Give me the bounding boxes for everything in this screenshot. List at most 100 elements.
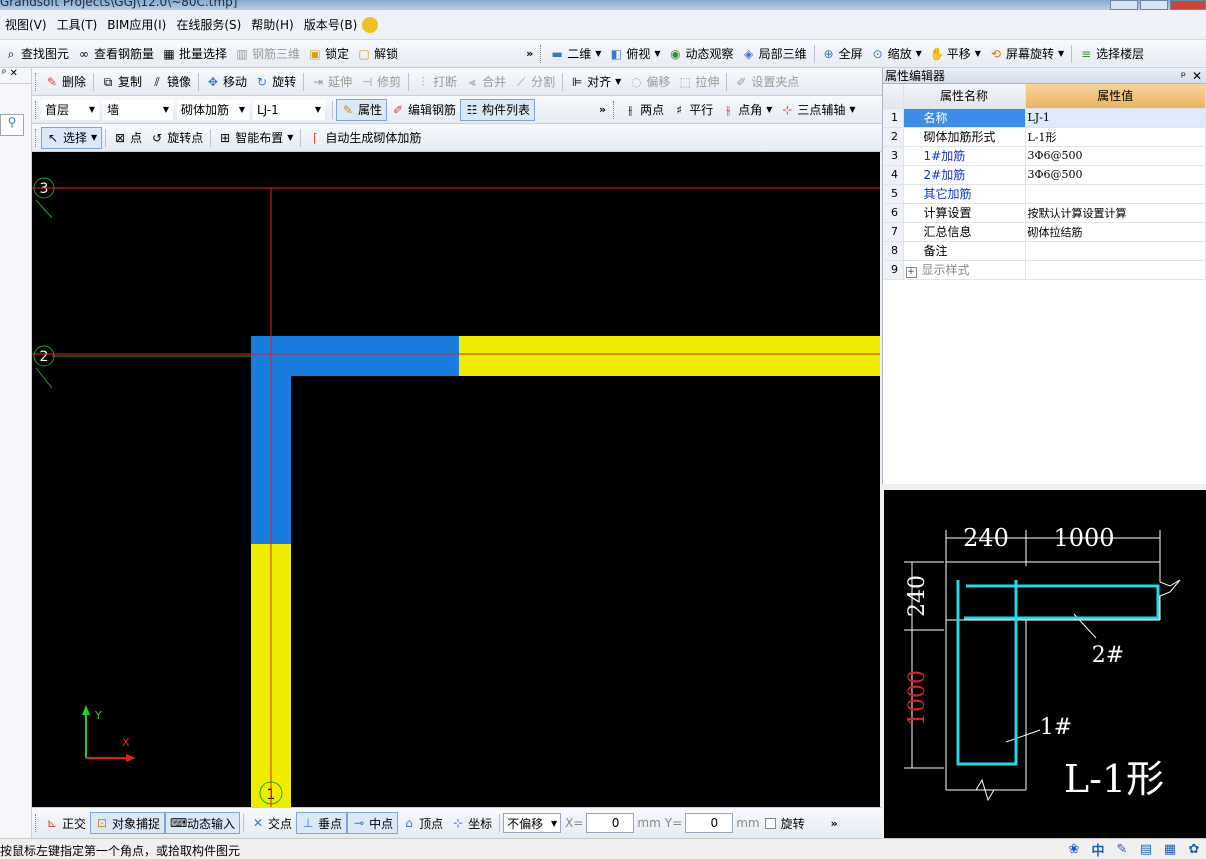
intersection-snap[interactable]: ✕ 交点: [247, 812, 296, 834]
parallel-button[interactable]: ♯ 平行: [668, 99, 717, 121]
property-value[interactable]: [1025, 184, 1206, 204]
property-row[interactable]: 2 砌体加筋形式 L-1形: [883, 127, 1206, 147]
offset-mode-select[interactable]: 不偏移 ▼: [503, 813, 562, 833]
property-button[interactable]: ✎ 属性: [336, 98, 388, 121]
close-button[interactable]: [1170, 0, 1206, 10]
split-button[interactable]: ⟋ 分割: [510, 71, 559, 93]
paw-icon[interactable]: ❀: [1062, 842, 1086, 857]
rotate-button[interactable]: ↻ 旋转: [251, 71, 300, 93]
dynamic-view-button[interactable]: ◉ 动态观察: [665, 43, 738, 65]
close-icon[interactable]: ✕: [9, 68, 17, 79]
search-icon[interactable]: ⚲: [0, 114, 24, 136]
property-value[interactable]: L-1形: [1025, 127, 1206, 147]
auto-generate-button[interactable]: ⌈ 自动生成砌体加筋: [304, 127, 425, 149]
component-list-button[interactable]: ☷ 构件列表: [460, 98, 536, 121]
two-points-button[interactable]: ⫲ 两点: [619, 99, 668, 121]
property-value[interactable]: [1025, 241, 1206, 261]
set-grip-button[interactable]: ✐ 设置夹点: [730, 71, 803, 93]
pin-icon[interactable]: ᵖ: [1181, 68, 1186, 84]
expand-icon[interactable]: +: [905, 267, 917, 278]
two-d-button[interactable]: ▬ 二维 ▼: [546, 43, 605, 65]
smart-layout-button[interactable]: ⊞ 智能布置 ▼: [214, 127, 297, 149]
component-type-select[interactable]: 砌体加筋 ▼: [177, 99, 249, 120]
document-icon[interactable]: ▦: [1158, 842, 1182, 857]
menu-version[interactable]: 版本号(B): [299, 16, 363, 33]
batch-select-button[interactable]: ▦ 批量选择: [158, 43, 231, 65]
property-name[interactable]: + 显示样式: [903, 260, 1026, 280]
type-select[interactable]: 墙 ▼: [103, 99, 173, 120]
property-row[interactable]: 3 1#加筋 3Φ6@500: [883, 146, 1206, 166]
perpendicular-snap[interactable]: ⊥ 垂点: [296, 812, 348, 834]
coordinate-snap[interactable]: ⊹ 坐标: [447, 812, 496, 834]
masonry-reinforcement-l1[interactable]: [251, 336, 459, 544]
property-row[interactable]: 7 汇总信息 砌体拉结筋: [883, 222, 1206, 242]
y-coordinate-input[interactable]: 0: [685, 813, 734, 833]
midpoint-snap[interactable]: ⊸ 中点: [347, 812, 399, 834]
property-value[interactable]: 3Φ6@500: [1025, 146, 1206, 166]
floor-select[interactable]: 首层 ▼: [41, 99, 99, 120]
property-row[interactable]: 8 备注: [883, 241, 1206, 261]
calendar-icon[interactable]: ▤: [1134, 842, 1158, 857]
extend-button[interactable]: ⇥ 延伸: [307, 71, 356, 93]
edit-rebar-button[interactable]: ✐ 编辑钢筋: [387, 99, 460, 121]
move-button[interactable]: ✥ 移动: [202, 71, 251, 93]
lock-button[interactable]: ▣ 锁定: [304, 43, 353, 65]
pan-button[interactable]: ✋ 平移 ▼: [926, 43, 985, 65]
property-value[interactable]: [1025, 260, 1206, 280]
property-value[interactable]: 按默认计算设置计算: [1025, 203, 1206, 223]
rotate-point-button[interactable]: ↺ 旋转点: [146, 127, 207, 149]
rotate-checkbox[interactable]: [764, 817, 776, 829]
view-rebar-button[interactable]: ∞ 查看钢筋量: [73, 43, 158, 65]
pin-icon[interactable]: ᵖ: [2, 68, 6, 79]
close-icon[interactable]: ✕: [1192, 68, 1202, 84]
vertex-snap[interactable]: ⌂ 顶点: [398, 812, 447, 834]
point-angle-button[interactable]: ⫳ 点角 ▼: [717, 99, 776, 121]
dynamic-input-toggle[interactable]: ⌨ 动态输入: [165, 812, 241, 834]
menu-tools[interactable]: 工具(T): [52, 16, 103, 33]
property-value[interactable]: LJ-1: [1025, 108, 1206, 128]
full-screen-button[interactable]: ⊕ 全屏: [818, 43, 867, 65]
toolbar1-overflow[interactable]: »: [522, 47, 537, 60]
ime-indicator[interactable]: 中: [1086, 840, 1110, 859]
zoom-button[interactable]: ⊙ 缩放 ▼: [867, 43, 926, 65]
mirror-button[interactable]: ⫽ 镜像: [146, 71, 195, 93]
property-row[interactable]: 9 + 显示样式: [883, 260, 1206, 280]
object-snap-toggle[interactable]: ⊡ 对象捕捉: [90, 812, 166, 834]
break-button[interactable]: ⫶ 打断: [412, 71, 461, 93]
property-row[interactable]: 5 其它加筋: [883, 184, 1206, 204]
pen-icon[interactable]: ✎: [1110, 842, 1134, 857]
toolbar3-overflow[interactable]: »: [595, 103, 610, 116]
merge-button[interactable]: ⫷ 合并: [461, 71, 510, 93]
offset-button[interactable]: ◌ 偏移: [625, 71, 674, 93]
select-floor-button[interactable]: ≡ 选择楼层: [1075, 43, 1148, 65]
find-element-button[interactable]: ⌕ 查找图元: [0, 43, 73, 65]
component-name-select[interactable]: LJ-1 ▼: [253, 99, 325, 120]
property-value[interactable]: 砌体拉结筋: [1025, 222, 1206, 242]
menu-view[interactable]: 视图(V): [0, 16, 52, 33]
gear-icon[interactable]: ✿: [1182, 842, 1206, 857]
maximize-button[interactable]: [1140, 0, 1168, 10]
property-row[interactable]: 6 计算设置 按默认计算设置计算: [883, 203, 1206, 223]
property-value[interactable]: 3Φ6@500: [1025, 165, 1206, 185]
trim-button[interactable]: ⊣ 修剪: [356, 71, 405, 93]
drawing-canvas[interactable]: 3 2 1 Y X: [32, 152, 880, 807]
three-point-axis-button[interactable]: ⊹ 三点辅轴 ▼: [776, 99, 859, 121]
delete-button[interactable]: ✎ 删除: [41, 71, 90, 93]
copy-button[interactable]: ⧉ 复制: [97, 71, 146, 93]
menu-help[interactable]: 帮助(H): [246, 16, 298, 33]
ortho-toggle[interactable]: ⊾ 正交: [41, 812, 90, 834]
rebar-3d-button[interactable]: ▥ 钢筋三维: [231, 43, 304, 65]
point-button[interactable]: ⊠ 点: [109, 127, 146, 149]
x-coordinate-input[interactable]: 0: [586, 813, 635, 833]
top-view-button[interactable]: ◧ 俯视 ▼: [605, 43, 664, 65]
minimize-button[interactable]: [1110, 0, 1138, 10]
align-button[interactable]: ⊫ 对齐 ▼: [566, 71, 625, 93]
bottom-bar-overflow[interactable]: »: [827, 817, 842, 830]
menu-bim[interactable]: BIM应用(I): [102, 16, 171, 33]
select-button[interactable]: ↖ 选择 ▼: [41, 126, 103, 149]
screen-rotate-button[interactable]: ⟲ 屏幕旋转 ▼: [985, 43, 1068, 65]
local-3d-button[interactable]: ◈ 局部三维: [738, 43, 811, 65]
property-row[interactable]: 1 名称 LJ-1: [883, 108, 1206, 128]
menu-online[interactable]: 在线服务(S): [171, 16, 246, 33]
property-row[interactable]: 4 2#加筋 3Φ6@500: [883, 165, 1206, 185]
